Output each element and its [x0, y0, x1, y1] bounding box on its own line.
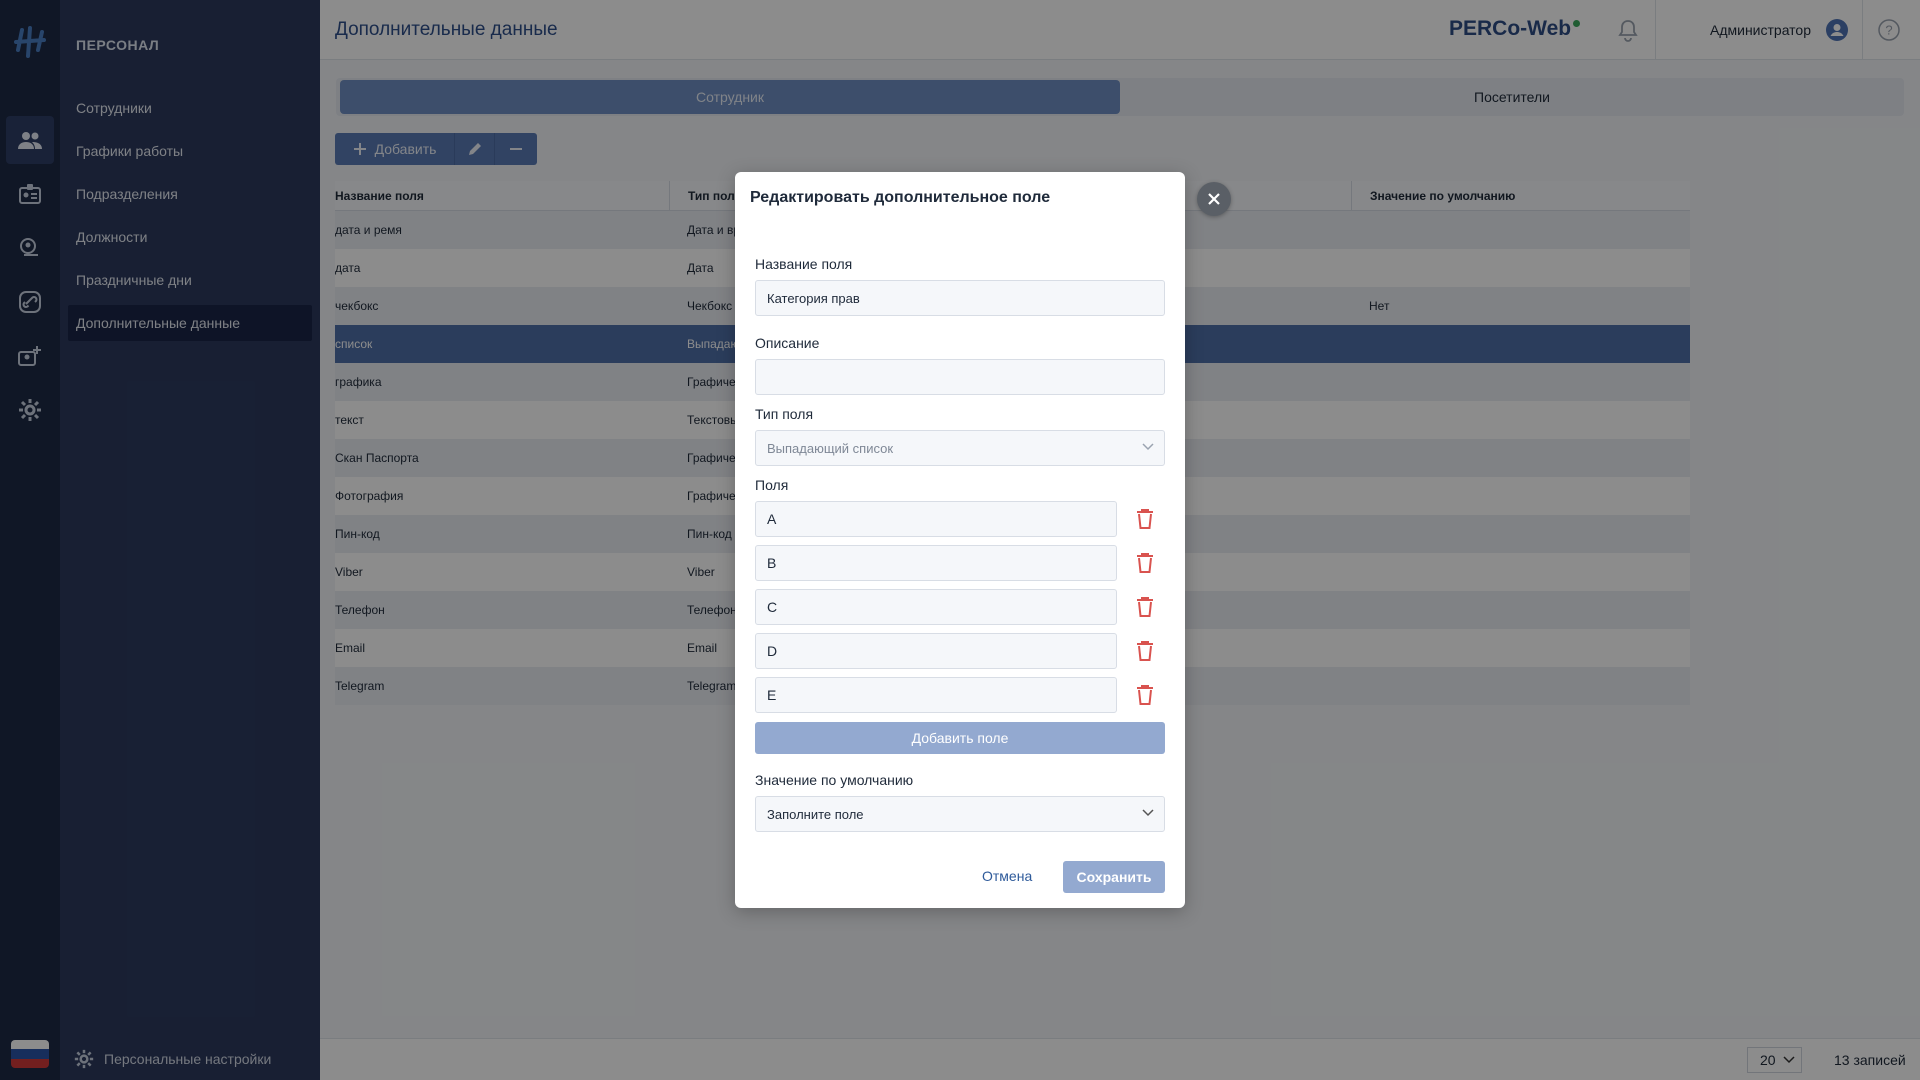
add-field-button[interactable]: Добавить поле [755, 722, 1165, 754]
option-input[interactable]: B [755, 545, 1117, 581]
edit-field-dialog: Редактировать дополнительное поле Назван… [735, 172, 1185, 908]
options-label: Поля [755, 477, 789, 493]
trash-icon[interactable] [1135, 507, 1155, 531]
trash-icon[interactable] [1135, 639, 1155, 663]
trash-icon[interactable] [1135, 683, 1155, 707]
field-name-label: Название поля [755, 256, 853, 272]
save-button[interactable]: Сохранить [1063, 861, 1165, 893]
field-type-label: Тип поля [755, 406, 814, 422]
default-value-select[interactable]: Заполните поле [755, 796, 1165, 832]
trash-icon[interactable] [1135, 595, 1155, 619]
description-input[interactable] [755, 359, 1165, 395]
option-row: D [755, 633, 1165, 669]
trash-icon[interactable] [1135, 551, 1155, 575]
field-type-value: Выпадающий список [767, 440, 894, 456]
field-type-select[interactable]: Выпадающий список [755, 430, 1165, 466]
default-value-label: Значение по умолчанию [755, 772, 914, 788]
option-input[interactable]: A [755, 501, 1117, 537]
chevron-down-icon [1142, 443, 1154, 451]
close-dialog-button[interactable] [1197, 182, 1231, 216]
option-row: B [755, 545, 1165, 581]
field-name-input[interactable]: Категория прав [755, 280, 1165, 316]
option-row: C [755, 589, 1165, 625]
option-row: A [755, 501, 1165, 537]
option-input[interactable]: D [755, 633, 1117, 669]
option-row: E [755, 677, 1165, 713]
description-label: Описание [755, 335, 820, 351]
option-input[interactable]: C [755, 589, 1117, 625]
default-value-placeholder: Заполните поле [767, 806, 864, 822]
chevron-down-icon [1142, 809, 1154, 817]
option-input[interactable]: E [755, 677, 1117, 713]
dialog-title: Редактировать дополнительное поле [750, 189, 1051, 206]
cancel-button[interactable]: Отмена [982, 868, 1032, 884]
close-icon [1208, 193, 1220, 205]
